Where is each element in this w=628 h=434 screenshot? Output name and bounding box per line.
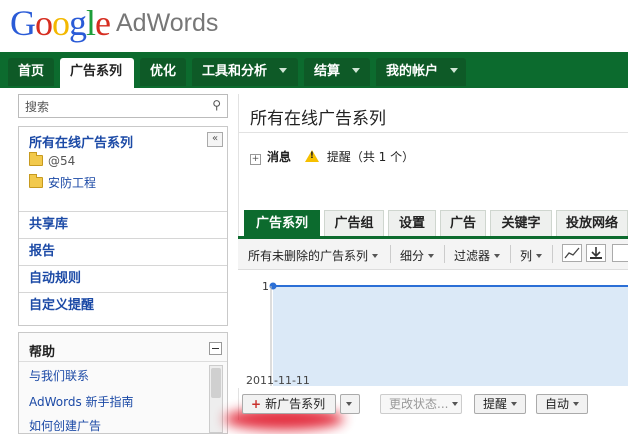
- google-wordmark: Google: [10, 3, 111, 43]
- divider: [552, 245, 553, 263]
- search-input[interactable]: 搜索 ⚲: [18, 94, 228, 118]
- help-panel: 帮助 与我们联系 AdWords 新手指南 如何创建广告: [18, 332, 228, 434]
- download-icon: [590, 247, 602, 259]
- warning-icon: [304, 150, 319, 162]
- adwords-wordmark: AdWords: [116, 9, 219, 37]
- new-campaign-button[interactable]: + 新广告系列: [242, 394, 336, 414]
- campaign-item[interactable]: 安防工程: [29, 174, 96, 191]
- view-filter-dropdown[interactable]: 所有未删除的广告系列: [248, 247, 379, 264]
- new-campaign-menu-button[interactable]: [340, 394, 360, 414]
- collapse-sidebar-button[interactable]: «: [207, 132, 223, 147]
- download-button[interactable]: [586, 244, 606, 262]
- sidebar-link-custom-alerts[interactable]: 自定义提醒: [19, 292, 227, 318]
- search-icon[interactable]: ⚲: [212, 98, 221, 112]
- alerts-count-text[interactable]: 提醒（共 1 个）: [327, 150, 414, 164]
- divider: [510, 245, 511, 263]
- campaign-tree-panel: 所有在线广告系列 « @54 安防工程 共享库 报告 自动规则 自定义提醒: [18, 126, 228, 326]
- page-title: 所有在线广告系列: [250, 109, 386, 129]
- tab-keywords[interactable]: 关键字: [490, 210, 552, 236]
- sidebar-link-shared-library[interactable]: 共享库: [19, 211, 227, 237]
- chevron-down-icon: [450, 68, 459, 73]
- nav-tab-tools-analysis[interactable]: 工具和分析: [192, 58, 298, 86]
- tree-title-all-campaigns[interactable]: 所有在线广告系列: [29, 132, 133, 151]
- chevron-down-icon: [428, 254, 435, 258]
- line-chart-icon: [564, 247, 580, 259]
- tab-ad-groups[interactable]: 广告组: [324, 210, 384, 236]
- nav-tab-optimize[interactable]: 优化: [140, 58, 186, 86]
- nav-tab-my-account[interactable]: 我的帐户: [376, 58, 466, 86]
- main-navigation: 首页 广告系列 优化 工具和分析 结算 我的帐户: [0, 52, 628, 88]
- campaign-tabs: 广告系列 广告组 设置 广告 关键字 投放网络: [244, 210, 628, 236]
- chevron-down-icon: [511, 402, 518, 406]
- tab-ads[interactable]: 广告: [440, 210, 486, 236]
- performance-chart-svg: 1: [262, 280, 628, 386]
- automate-dropdown[interactable]: 自动: [536, 394, 588, 414]
- more-options-button[interactable]: [612, 244, 628, 262]
- action-bar: + 新广告系列 更改状态... 提醒 自动: [224, 392, 628, 430]
- messages-row: + 消息 提醒（共 1 个）: [250, 148, 414, 165]
- help-scrollbar[interactable]: [209, 365, 223, 433]
- chevron-down-icon: [494, 254, 501, 258]
- divider: [19, 361, 227, 362]
- campaign-item[interactable]: @54: [29, 152, 75, 168]
- help-link-beginners-guide[interactable]: AdWords 新手指南: [29, 393, 134, 410]
- filter-dropdown[interactable]: 过滤器: [454, 247, 501, 264]
- chevron-down-icon: [573, 402, 580, 406]
- nav-tab-home[interactable]: 首页: [8, 58, 54, 86]
- chevron-down-icon: [452, 402, 459, 406]
- columns-dropdown[interactable]: 列: [520, 247, 543, 264]
- divider: [390, 245, 391, 263]
- plus-icon: +: [251, 397, 262, 411]
- alerts-dropdown[interactable]: 提醒: [474, 394, 526, 414]
- folder-icon: [29, 152, 43, 166]
- scrollbar-thumb[interactable]: [211, 368, 221, 398]
- chevron-down-icon: [346, 402, 352, 406]
- tab-networks[interactable]: 投放网络: [556, 210, 628, 236]
- google-adwords-logo[interactable]: Google AdWords: [10, 2, 219, 43]
- tab-campaigns[interactable]: 广告系列: [244, 210, 320, 236]
- main-content: 所有在线广告系列 + 消息 提醒（共 1 个） 广告系列 广告组 设置 广告 关键…: [224, 94, 628, 430]
- minimize-icon[interactable]: [209, 342, 222, 355]
- chevron-down-icon: [372, 254, 379, 258]
- divider: [238, 132, 628, 133]
- expand-messages-icon[interactable]: +: [250, 154, 261, 165]
- divider: [444, 245, 445, 263]
- search-placeholder: 搜索: [25, 100, 50, 114]
- chevron-down-icon: [352, 68, 361, 73]
- sidebar-link-automated-rules[interactable]: 自动规则: [19, 265, 227, 291]
- chevron-down-icon: [536, 254, 543, 258]
- tab-settings[interactable]: 设置: [388, 210, 436, 236]
- nav-tab-campaigns[interactable]: 广告系列: [60, 58, 134, 88]
- table-toolbar: 所有未删除的广告系列 细分 过滤器 列: [238, 239, 628, 270]
- folder-icon: [29, 174, 43, 188]
- performance-chart: 1: [238, 270, 628, 388]
- chart-x-tick-date: 2011-11-11: [246, 374, 310, 387]
- chevron-down-icon: [279, 68, 288, 73]
- change-status-dropdown[interactable]: 更改状态...: [380, 394, 462, 414]
- segment-dropdown[interactable]: 细分: [400, 247, 435, 264]
- nav-tab-billing[interactable]: 结算: [304, 58, 370, 86]
- messages-label[interactable]: 消息: [267, 150, 291, 164]
- help-title: 帮助: [29, 345, 56, 360]
- chart-area-fill: [273, 286, 628, 386]
- chart-toggle-button[interactable]: [562, 244, 582, 262]
- chart-y-tick: 1: [262, 280, 269, 293]
- sidebar-link-reports[interactable]: 报告: [19, 238, 227, 264]
- help-link-contact-us[interactable]: 与我们联系: [29, 367, 89, 384]
